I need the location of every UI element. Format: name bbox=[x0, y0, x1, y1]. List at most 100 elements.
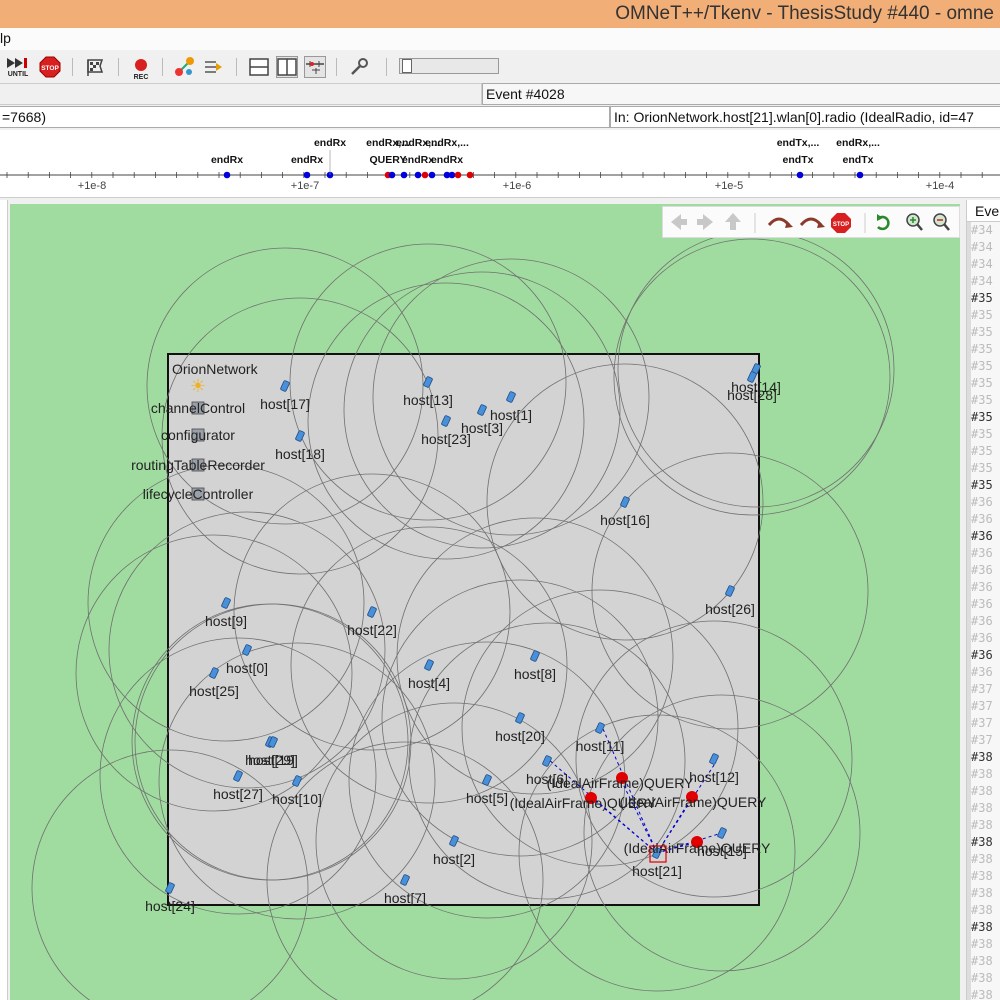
network-icon bbox=[175, 57, 194, 76]
event-log-line[interactable]: #38 bbox=[971, 800, 1000, 817]
host-label: host[4] bbox=[408, 675, 450, 691]
event-log-line[interactable]: #35 bbox=[971, 443, 1000, 460]
event-log-line[interactable]: #38 bbox=[971, 766, 1000, 783]
event-log-line[interactable]: #38 bbox=[971, 953, 1000, 970]
toolbar-separator bbox=[336, 58, 337, 76]
air-frame-message[interactable]: (IdealAirFrame)QUERY bbox=[547, 772, 694, 791]
timeline-event-dot bbox=[466, 171, 474, 179]
event-log-line[interactable]: #36 bbox=[971, 511, 1000, 528]
layout-horizontal-button[interactable] bbox=[248, 56, 270, 78]
event-log-line[interactable]: #35 bbox=[971, 358, 1000, 375]
event-log-line[interactable]: #38 bbox=[971, 936, 1000, 953]
module-label: channelControl bbox=[151, 400, 245, 416]
refresh-icon[interactable] bbox=[877, 214, 890, 231]
event-log-line[interactable]: #36 bbox=[971, 528, 1000, 545]
event-log-line[interactable]: #36 bbox=[971, 579, 1000, 596]
message-label: (IdealAirFrame)QUERY bbox=[624, 840, 771, 856]
event-log-line[interactable]: #38 bbox=[971, 817, 1000, 834]
event-log-line[interactable]: #36 bbox=[971, 630, 1000, 647]
event-log-line[interactable]: #37 bbox=[971, 715, 1000, 732]
event-log-line[interactable]: #34 bbox=[971, 222, 1000, 239]
event-log-line[interactable]: #37 bbox=[971, 698, 1000, 715]
host-label: host[7] bbox=[384, 890, 426, 906]
wrench-icon bbox=[351, 58, 368, 75]
stop-button[interactable]: STOP bbox=[39, 56, 61, 78]
finish-button[interactable] bbox=[84, 56, 106, 78]
timeline-button[interactable] bbox=[304, 56, 326, 78]
canvas-stop-icon[interactable]: STOP bbox=[831, 213, 851, 233]
event-log-line[interactable]: #35 bbox=[971, 477, 1000, 494]
event-log-line[interactable]: #38 bbox=[971, 749, 1000, 766]
message-label: (IdealAirFrame)QUERY bbox=[547, 775, 694, 791]
event-log-line[interactable]: #38 bbox=[971, 783, 1000, 800]
event-log-line[interactable]: #38 bbox=[971, 987, 1000, 1000]
event-log-line[interactable]: #38 bbox=[971, 834, 1000, 851]
event-log-line[interactable]: #36 bbox=[971, 647, 1000, 664]
event-log-line[interactable]: #35 bbox=[971, 409, 1000, 426]
up-icon[interactable] bbox=[725, 213, 741, 230]
event-log-line[interactable]: #35 bbox=[971, 375, 1000, 392]
event-log-line[interactable]: #35 bbox=[971, 341, 1000, 358]
split-horizontal-icon bbox=[249, 58, 269, 76]
zoom-out-icon[interactable] bbox=[933, 213, 950, 231]
host-label: host[10] bbox=[272, 791, 322, 807]
event-log-line[interactable]: #38 bbox=[971, 902, 1000, 919]
host-label: host[9] bbox=[205, 613, 247, 629]
main-toolbar: UNTIL STOP REC bbox=[0, 50, 1000, 84]
host-label: host[18] bbox=[275, 446, 325, 462]
event-log-line[interactable]: #35 bbox=[971, 392, 1000, 409]
event-log-line[interactable]: #38 bbox=[971, 970, 1000, 987]
host-label: host[24] bbox=[145, 898, 195, 914]
timeline-event-sublabel: endRx bbox=[431, 154, 463, 166]
host-label: host[23] bbox=[421, 431, 471, 447]
event-log-line[interactable]: #36 bbox=[971, 494, 1000, 511]
timeline-event-dot bbox=[856, 171, 864, 179]
zoom-step2-icon[interactable] bbox=[799, 217, 825, 228]
speed-slider[interactable] bbox=[399, 58, 499, 74]
event-log-line[interactable]: #34 bbox=[971, 273, 1000, 290]
record-button[interactable]: REC bbox=[129, 56, 155, 81]
step-into-button[interactable] bbox=[202, 56, 224, 78]
event-log-line[interactable]: #38 bbox=[971, 851, 1000, 868]
host-label: host[12] bbox=[689, 769, 739, 785]
step-into-icon bbox=[205, 61, 222, 73]
settings-button[interactable] bbox=[348, 56, 370, 78]
zoom-step-icon[interactable] bbox=[767, 217, 793, 228]
event-log-line[interactable]: #34 bbox=[971, 239, 1000, 256]
event-log-line[interactable]: #35 bbox=[971, 324, 1000, 341]
event-log-line[interactable]: #36 bbox=[971, 613, 1000, 630]
event-log-line[interactable]: #35 bbox=[971, 460, 1000, 477]
until-button[interactable]: UNTIL bbox=[3, 55, 33, 79]
network-button[interactable] bbox=[174, 56, 196, 78]
event-log-line[interactable]: #35 bbox=[971, 426, 1000, 443]
menu-item-help[interactable]: lp bbox=[0, 30, 11, 46]
network-canvas[interactable]: OrionNetwork ☀ channelControl configurator… bbox=[10, 204, 960, 1000]
host-label: host[25] bbox=[189, 683, 239, 699]
until-label: UNTIL bbox=[7, 71, 29, 78]
layout-vertical-button[interactable] bbox=[276, 56, 298, 78]
event-log-line[interactable]: #36 bbox=[971, 545, 1000, 562]
back-icon[interactable] bbox=[671, 214, 687, 230]
host-label: host[21] bbox=[632, 863, 682, 879]
event-log-line[interactable]: #36 bbox=[971, 664, 1000, 681]
air-frame-message[interactable]: (IdealAirFrame)QUERY bbox=[620, 791, 767, 810]
event-log-line[interactable]: #35 bbox=[971, 307, 1000, 324]
event-log-panel[interactable]: Even #34#34#34#34#35#35#35#35#35#35#35#3… bbox=[966, 200, 1000, 1000]
event-log-line[interactable]: #37 bbox=[971, 732, 1000, 749]
speed-slider-knob[interactable] bbox=[402, 59, 412, 73]
event-log-line[interactable]: #34 bbox=[971, 256, 1000, 273]
event-log-line[interactable]: #38 bbox=[971, 885, 1000, 902]
sun-icon: ☀ bbox=[190, 376, 206, 396]
event-log-line[interactable]: #36 bbox=[971, 562, 1000, 579]
toolbar-separator bbox=[118, 58, 119, 76]
zoom-in-icon[interactable] bbox=[906, 213, 923, 231]
event-log-line[interactable]: #38 bbox=[971, 919, 1000, 936]
timeline-svg: +1e-8 +1e-7 +1e-6 +1e-5 +1e-4endRx endRxendRx… bbox=[0, 137, 1000, 192]
event-timeline[interactable]: +1e-8 +1e-7 +1e-6 +1e-5 +1e-4 endRx endRx endRx… bbox=[0, 130, 1000, 198]
event-log-line[interactable]: #37 bbox=[971, 681, 1000, 698]
forward-icon[interactable] bbox=[697, 214, 713, 230]
event-log-line[interactable]: #35 bbox=[971, 290, 1000, 307]
event-log-line[interactable]: #38 bbox=[971, 868, 1000, 885]
event-log-line[interactable]: #36 bbox=[971, 596, 1000, 613]
host-label: host[13] bbox=[403, 392, 453, 408]
